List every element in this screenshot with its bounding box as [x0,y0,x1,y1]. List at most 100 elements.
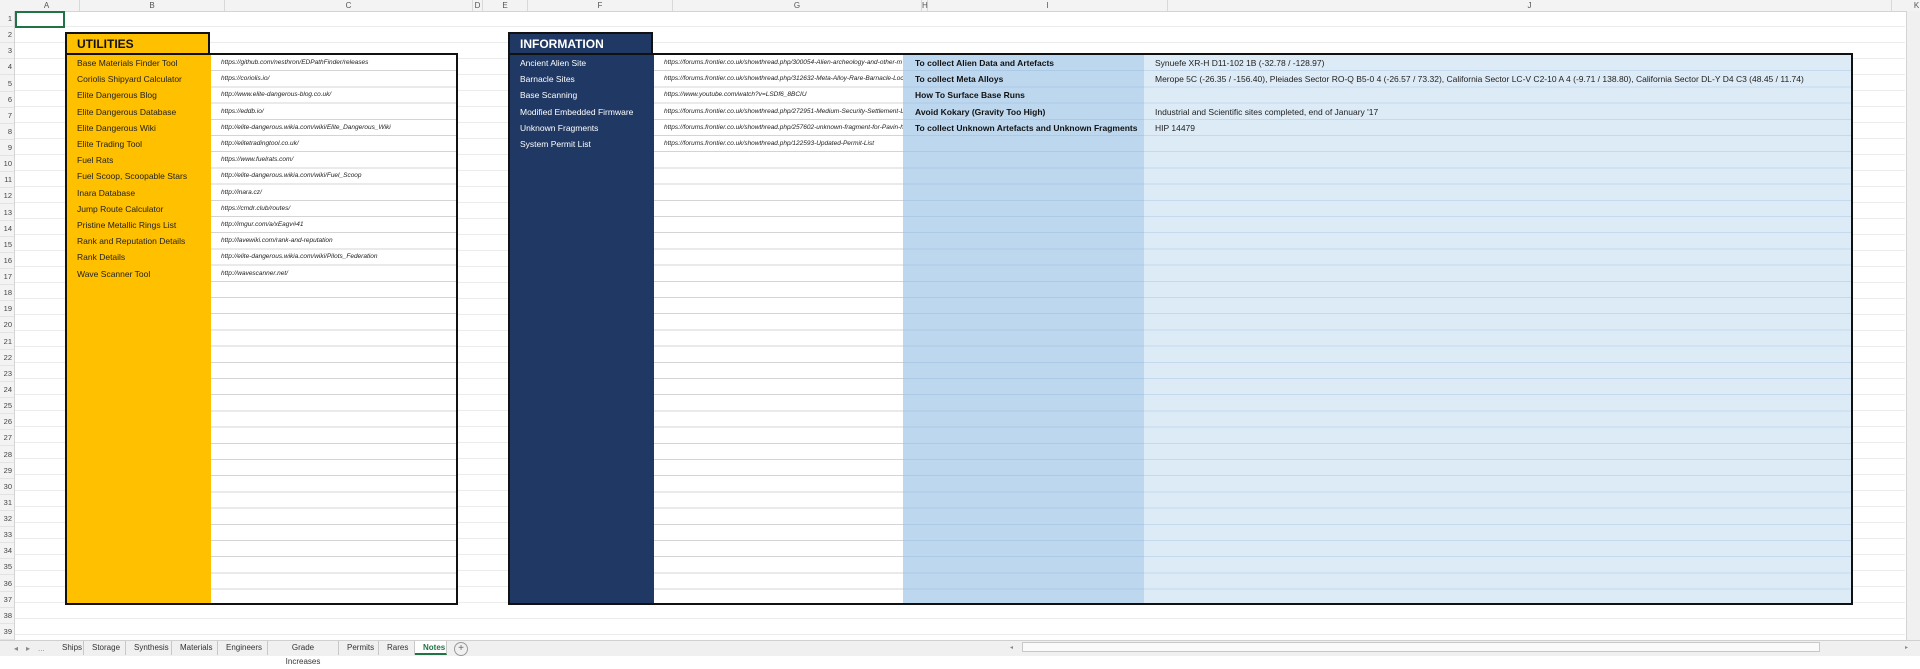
row-header[interactable]: 18 [0,285,14,302]
row-header[interactable]: 9 [0,140,14,157]
utility-link[interactable]: http://elite-dangerous.wikia.com/wiki/Pi… [211,249,456,265]
utility-link[interactable]: http://elite-dangerous.wikia.com/wiki/Fu… [211,168,456,184]
utility-link[interactable]: http://inara.cz/ [211,185,456,201]
information-title: INFORMATION [520,37,604,51]
sheet-tab-grade-increases[interactable]: Grade Increases [268,641,339,666]
utility-link[interactable]: https://coriolis.io/ [211,71,456,87]
row-header[interactable]: 11 [0,172,14,189]
information-label: System Permit List [520,139,591,149]
utility-link[interactable]: http://elite-dangerous.wikia.com/wiki/El… [211,120,456,136]
sheet-tab-materials[interactable]: Materials [172,641,218,655]
utility-link[interactable]: http://www.elite-dangerous-blog.co.uk/ [211,87,456,103]
information-link[interactable]: https://www.youtube.com/watch?v=LSDf6_8B… [654,87,903,103]
row-header[interactable]: 22 [0,350,14,366]
sheet-tab-permits[interactable]: Permits [339,641,379,655]
tab-scroll-left-icon[interactable]: ◂ [14,641,18,656]
horizontal-scrollbar[interactable] [1022,642,1820,652]
note-heading: To collect Meta Alloys [915,74,1004,85]
row-header[interactable]: 29 [0,463,14,479]
sheet-tab-synthesis[interactable]: Synthesis [126,641,172,655]
row-header[interactable]: 19 [0,301,14,318]
row-header[interactable]: 27 [0,430,14,447]
column-header[interactable]: G [673,0,922,11]
information-label: Unknown Fragments [520,122,599,133]
utilities-title: UTILITIES [77,37,134,51]
note-heading: To collect Unknown Artefacts and Unknown… [915,122,1138,133]
row-header[interactable]: 16 [0,253,14,269]
utility-link[interactable]: http://wavescanner.net/ [211,266,456,282]
row-header[interactable]: 25 [0,398,14,415]
row-header[interactable]: 17 [0,269,14,286]
column-header[interactable]: F [528,0,673,11]
row-header[interactable]: 8 [0,124,14,140]
information-link[interactable]: https://forums.frontier.co.uk/showthread… [654,55,903,71]
column-header[interactable]: C [225,0,473,11]
row-header[interactable]: 23 [0,366,14,382]
row-header[interactable]: 36 [0,576,14,592]
row-header[interactable]: 39 [0,624,14,640]
sheet-tab-notes[interactable]: Notes [415,641,447,655]
note-value: HIP 14479 [1155,122,1196,133]
row-header[interactable]: 3 [0,43,14,60]
row-header[interactable]: 37 [0,592,14,608]
add-sheet-button[interactable]: + [454,642,468,656]
column-header[interactable]: J [1168,0,1892,11]
row-header[interactable]: 1 [0,11,14,27]
hscroll-right-icon[interactable]: ▸ [1905,641,1908,656]
utility-link[interactable]: https://cmdr.club/routes/ [211,201,456,217]
information-link[interactable]: https://forums.frontier.co.uk/showthread… [654,136,903,152]
row-header[interactable]: 38 [0,608,14,624]
row-header[interactable]: 35 [0,559,14,576]
row-header[interactable]: 30 [0,479,14,495]
utility-link[interactable]: http://elitetradingtool.co.uk/ [211,136,456,152]
row-header[interactable]: 6 [0,92,14,108]
column-header[interactable]: K [1892,0,1920,11]
hscroll-left-icon[interactable]: ◂ [1010,641,1013,656]
row-header[interactable]: 5 [0,76,14,92]
information-link[interactable]: https://forums.frontier.co.uk/showthread… [654,71,903,87]
utility-label: Fuel Rats [77,155,114,166]
vertical-scrollbar[interactable] [1906,11,1920,640]
row-header[interactable]: 26 [0,414,14,431]
column-header[interactable]: B [80,0,225,11]
row-header[interactable]: 4 [0,59,14,76]
sheet-tab-rares[interactable]: Rares [379,641,415,655]
column-header[interactable]: I [928,0,1168,11]
row-header[interactable]: 21 [0,334,14,350]
utility-link[interactable]: https://www.fuelrats.com/ [211,152,456,168]
row-header[interactable]: 13 [0,205,14,221]
row-header[interactable]: 7 [0,108,14,124]
utility-link[interactable]: http://imgur.com/a/xEagv#41 [211,217,456,233]
row-header[interactable]: 20 [0,317,14,334]
row-header[interactable]: 10 [0,156,14,173]
row-header[interactable]: 32 [0,511,14,528]
utilities-title-cell: UTILITIES [65,32,210,54]
utility-link[interactable]: https://github.com/nesthron/EDPathFinder… [211,55,456,71]
column-header[interactable]: D [473,0,483,11]
row-header[interactable]: 14 [0,221,14,237]
column-header[interactable]: A [14,0,80,11]
notes-value-column [1144,55,1851,603]
row-header[interactable]: 24 [0,382,14,398]
utility-link[interactable]: http://lavewiki.com/rank-and-reputation [211,233,456,249]
row-header[interactable]: 15 [0,237,14,253]
tab-scroll-right-icon[interactable]: ▸ [26,641,30,656]
notes-heading-column [903,55,1144,603]
sheet-tab-ships[interactable]: Ships [54,641,84,655]
sheet-tab-engineers[interactable]: Engineers [218,641,268,655]
tab-more-icon[interactable]: ... [38,641,45,656]
row-header[interactable]: 34 [0,543,14,560]
row-header[interactable]: 31 [0,495,14,511]
sheet-tab-storage[interactable]: Storage [84,641,126,655]
information-link[interactable]: https://forums.frontier.co.uk/showthread… [654,104,903,120]
row-header[interactable]: 12 [0,188,14,205]
information-panel: Ancient Alien Site https://forums.frontie… [508,53,1853,605]
utility-link[interactable]: https://eddb.io/ [211,104,456,120]
row-header[interactable]: 33 [0,527,14,544]
information-label: Barnacle Sites [520,74,575,85]
row-header[interactable]: 28 [0,447,14,463]
row-header[interactable]: 2 [0,27,14,44]
column-header[interactable]: E [483,0,528,11]
information-link[interactable]: https://forums.frontier.co.uk/showthread… [654,120,903,136]
selected-cell-a1[interactable] [15,11,65,28]
